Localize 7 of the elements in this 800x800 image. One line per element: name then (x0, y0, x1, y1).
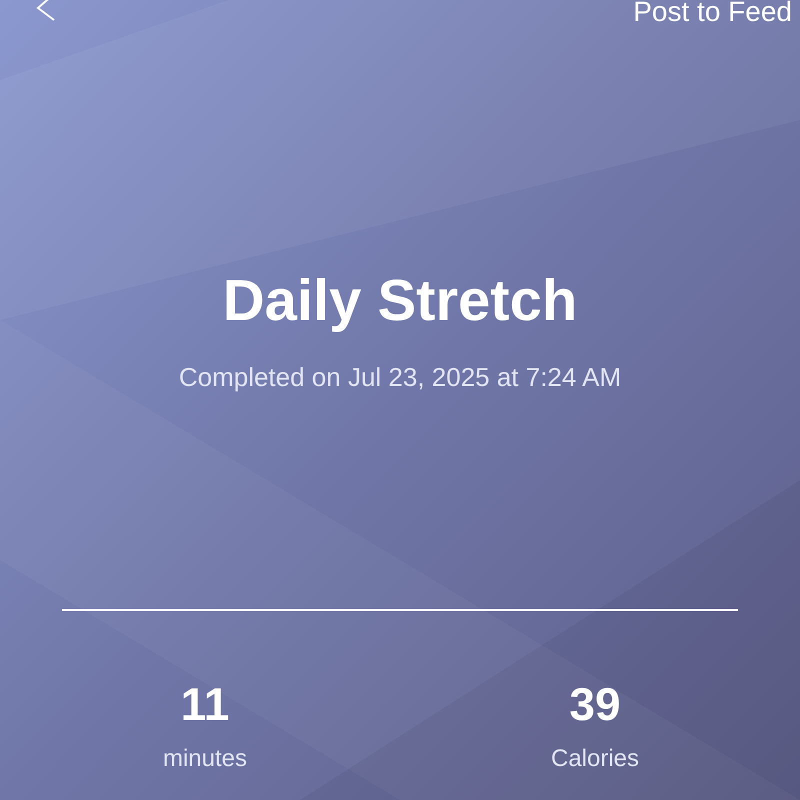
stat-unit: Calories (550, 744, 640, 774)
workout-title: Daily Stretch (222, 272, 578, 330)
post-to-feed-button[interactable]: Post to Feed (633, 0, 792, 26)
stat-value: 39 (569, 681, 621, 727)
stat-value: 11 (180, 681, 230, 727)
stat-unit: minutes (162, 744, 248, 774)
completed-date: Completed on Jul 23, 2025 at 7:24 AM (178, 361, 622, 394)
